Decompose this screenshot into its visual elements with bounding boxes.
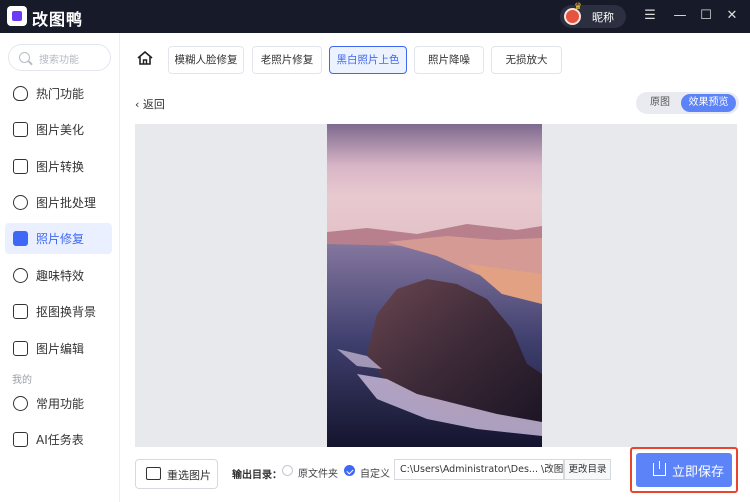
radio-original-folder[interactable] — [282, 465, 293, 476]
search-placeholder: 搜索功能 — [39, 55, 79, 66]
radio-custom-label: 自定义 — [360, 469, 390, 480]
sidebar: 搜索功能 热门功能 图片美化 图片转换 图片批处理 照片修复 趣味特效 抠图换背… — [0, 33, 120, 502]
tab-blur-face-repair[interactable]: 模糊人脸修复 — [168, 46, 244, 74]
batch-icon — [13, 195, 28, 210]
view-original-button[interactable]: 原图 — [640, 94, 680, 112]
save-button-highlight: 立即保存 — [630, 447, 738, 493]
output-dir-label: 输出目录： — [232, 470, 282, 481]
sidebar-item-fun-effects[interactable]: 趣味特效 — [5, 260, 112, 291]
sidebar-item-hot-features[interactable]: 热门功能 — [5, 78, 112, 109]
image-beautify-icon — [13, 122, 28, 137]
maximize-icon[interactable]: ☐ — [698, 7, 714, 25]
feature-tabs: 模糊人脸修复 老照片修复 黑白照片上色 照片降噪 无损放大 — [121, 33, 750, 87]
change-dir-button[interactable]: 更改目录 — [564, 459, 611, 480]
chevron-left-icon: ‹ — [135, 98, 143, 111]
back-label: 返回 — [142, 98, 165, 111]
download-icon — [653, 461, 666, 476]
cutout-icon — [13, 304, 28, 319]
title-bar: 改图鸭 ♛ 昵称 ☰ — ☐ ✕ — [0, 0, 750, 33]
image-icon — [146, 467, 161, 480]
minimize-icon[interactable]: — — [672, 7, 688, 25]
radio-original-folder-label: 原文件夹 — [298, 469, 338, 480]
search-input[interactable]: 搜索功能 — [8, 44, 111, 71]
main-area: 模糊人脸修复 老照片修复 黑白照片上色 照片降噪 无损放大 ‹ 返回 原图 效果… — [121, 33, 750, 502]
app-title: 改图鸭 — [32, 10, 84, 29]
radio-custom[interactable] — [344, 465, 355, 476]
view-preview-button[interactable]: 效果预览 — [681, 94, 736, 112]
sidebar-item-photo-repair[interactable]: 照片修复 — [5, 223, 112, 254]
home-icon[interactable] — [137, 51, 153, 65]
close-icon[interactable]: ✕ — [724, 7, 740, 25]
sidebar-item-image-edit[interactable]: 图片编辑 — [5, 333, 112, 364]
save-now-button[interactable]: 立即保存 — [636, 453, 732, 487]
sidebar-item-batch[interactable]: 图片批处理 — [5, 187, 112, 218]
sparkle-icon — [13, 268, 28, 283]
sidebar-item-image-beautify[interactable]: 图片美化 — [5, 114, 112, 145]
coastal-photo-image — [327, 124, 542, 447]
user-nickname: 昵称 — [592, 11, 614, 24]
reselect-image-button[interactable]: 重选图片 — [135, 459, 218, 489]
tab-denoise[interactable]: 照片降噪 — [414, 46, 484, 74]
preview-photo — [327, 124, 542, 447]
user-profile[interactable]: ♛ 昵称 — [560, 2, 626, 28]
tab-upscale[interactable]: 无损放大 — [491, 46, 562, 74]
grid-icon — [13, 396, 28, 411]
image-canvas — [135, 124, 737, 447]
search-icon — [19, 52, 30, 63]
section-label-mine: 我的 — [12, 375, 32, 386]
output-path-field[interactable]: C:\Users\Administrator\Des... \改图鸭 — [394, 459, 564, 480]
fire-icon — [13, 86, 28, 101]
tab-colorize[interactable]: 黑白照片上色 — [329, 46, 407, 74]
back-button[interactable]: ‹ 返回 — [135, 96, 165, 112]
menu-icon[interactable]: ☰ — [642, 7, 658, 25]
sidebar-item-image-convert[interactable]: 图片转换 — [5, 151, 112, 182]
image-convert-icon — [13, 159, 28, 174]
task-list-icon — [13, 432, 28, 447]
sidebar-item-ai-tasks[interactable]: AI任务表 — [5, 424, 112, 455]
bottom-toolbar: 重选图片 输出目录： 原文件夹 自定义 C:\Users\Administrat… — [121, 447, 750, 502]
image-edit-icon — [13, 341, 28, 356]
crown-icon: ♛ — [574, 2, 583, 12]
photo-repair-icon — [13, 231, 28, 246]
sidebar-item-common[interactable]: 常用功能 — [5, 388, 112, 419]
app-logo-icon — [7, 6, 27, 26]
tab-old-photo-repair[interactable]: 老照片修复 — [252, 46, 322, 74]
view-toggle: 原图 效果预览 — [636, 92, 739, 114]
preview-area: ‹ 返回 原图 效果预览 重选图片 输出目录： 原文件夹 自定义 C:\User… — [121, 87, 750, 502]
sidebar-item-cutout[interactable]: 抠图换背景 — [5, 296, 112, 327]
